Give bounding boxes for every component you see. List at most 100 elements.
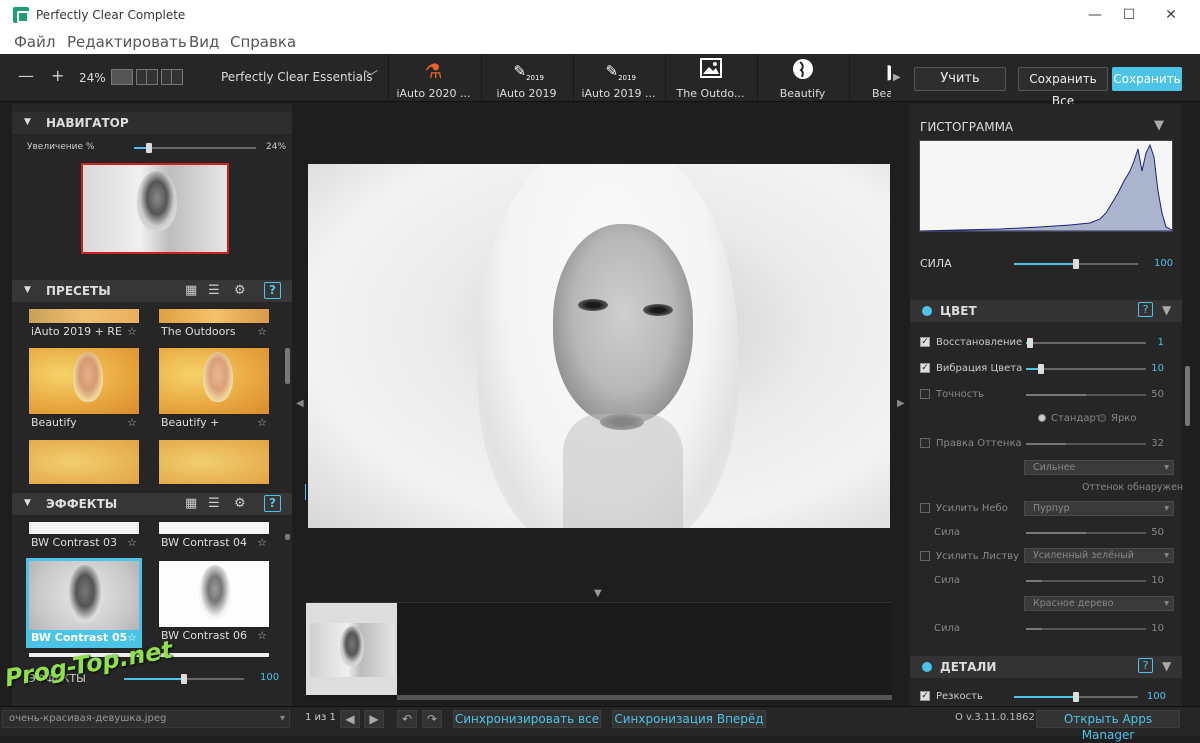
menu-help[interactable]: Справка	[230, 33, 296, 51]
restore-checkbox[interactable]: ✓	[920, 337, 930, 347]
preset-thumb[interactable]	[28, 439, 140, 485]
presets-scrollbar[interactable]	[285, 348, 290, 384]
chevron-right-icon[interactable]: ▶	[893, 72, 901, 83]
navigator-header[interactable]: ▼ НАВИГАТОР	[12, 112, 292, 134]
preset-tab-beautify-plus[interactable]: ◗ Beau	[849, 54, 891, 102]
sync-all-button[interactable]: Синхронизировать все	[453, 710, 601, 728]
effect-thumb-bw-contrast-05[interactable]: BW Contrast 05 ☆	[26, 558, 142, 648]
foliage-strength-slider[interactable]	[1026, 580, 1146, 582]
vibrance-slider[interactable]	[1026, 364, 1146, 374]
radio-standard[interactable]	[1038, 414, 1046, 422]
enabled-dot-icon[interactable]	[922, 306, 932, 316]
wood-strength-slider[interactable]	[1026, 628, 1146, 630]
histogram-strength-slider[interactable]	[1014, 259, 1138, 269]
save-all-button[interactable]: Сохранить Все	[1018, 67, 1108, 108]
effect-thumb[interactable]	[158, 652, 270, 658]
help-icon[interactable]: ?	[1138, 658, 1153, 673]
right-panel-scrollbar[interactable]	[1185, 366, 1190, 426]
undo-icon[interactable]: ↶	[397, 710, 417, 728]
collapse-left-icon[interactable]: ◀	[296, 398, 304, 409]
zoom-out-icon[interactable]: —	[18, 66, 34, 85]
sky-dropdown[interactable]: Пурпур	[1024, 501, 1174, 516]
navigator-preview[interactable]	[81, 163, 229, 254]
preset-tab-iauto-2020[interactable]: ⚗ iAuto 2020 ...	[388, 54, 478, 102]
gear-icon[interactable]: ⚙	[234, 496, 246, 511]
preset-thumb-beautify-plus[interactable]: Beautify + ☆	[158, 347, 270, 429]
filmstrip-scrollbar[interactable]	[397, 695, 892, 700]
presets-header[interactable]: ▼ ПРЕСЕТЫ ▦ ☰ ⚙ ?	[12, 280, 292, 302]
foliage-checkbox[interactable]	[920, 551, 930, 561]
details-header[interactable]: ДЕТАЛИ ? ▼	[910, 656, 1182, 678]
effects-strength-slider[interactable]	[124, 674, 244, 684]
navigator-zoom-slider[interactable]	[134, 143, 256, 153]
preset-thumb-the-outdoors[interactable]: The Outdoors ☆	[158, 308, 270, 338]
sync-forward-button[interactable]: Синхронизация Вперёд	[612, 710, 766, 728]
accuracy-slider[interactable]	[1026, 394, 1146, 396]
wood-dropdown[interactable]: Красное дерево	[1024, 596, 1174, 611]
list-view-icon[interactable]: ☰	[208, 283, 220, 298]
filmstrip-thumb[interactable]	[306, 603, 397, 695]
open-apps-manager-button[interactable]: Открыть Apps Manager	[1036, 710, 1180, 742]
side-by-side-view-icon[interactable]	[161, 69, 183, 85]
sky-strength-slider[interactable]	[1026, 532, 1146, 534]
file-selector[interactable]: очень-красивая-девушка.jpeg ▾	[2, 710, 290, 728]
tint-dropdown[interactable]: Сильнее	[1024, 460, 1174, 475]
effect-thumb-bw-contrast-04[interactable]: BW Contrast 04 ☆	[158, 521, 270, 549]
preset-thumb-beautify[interactable]: Beautify ☆	[28, 347, 140, 429]
minimize-button[interactable]: —	[1080, 5, 1110, 25]
help-icon[interactable]: ?	[264, 282, 281, 299]
save-button[interactable]: Сохранить	[1112, 67, 1182, 91]
preset-thumb-iauto-2019-re[interactable]: iAuto 2019 + RE ☆	[28, 308, 140, 338]
next-image-icon[interactable]: ▶	[364, 710, 384, 728]
color-header[interactable]: ЦВЕТ ? ▼	[910, 300, 1182, 322]
preset-tab-the-outdoors[interactable]: The Outdo...	[665, 54, 755, 102]
star-icon[interactable]: ☆	[257, 629, 267, 642]
sharpness-checkbox[interactable]: ✓	[920, 691, 930, 701]
effects-header[interactable]: ▼ ЭФФЕКТЫ ▦ ☰ ⚙ ?	[12, 493, 292, 515]
preset-tab-iauto-2019[interactable]: ✎2019 iAuto 2019	[481, 54, 571, 102]
help-icon[interactable]: ?	[1138, 302, 1153, 317]
star-icon[interactable]: ☆	[257, 536, 267, 549]
vibrance-checkbox[interactable]: ✓	[920, 363, 930, 373]
list-view-icon[interactable]: ☰	[208, 496, 220, 511]
menu-file[interactable]: Файл	[14, 33, 55, 51]
effects-scrollbar[interactable]	[285, 534, 290, 540]
menu-view[interactable]: Вид	[189, 33, 219, 51]
restore-slider[interactable]	[1026, 338, 1146, 348]
star-icon[interactable]: ☆	[257, 325, 267, 338]
preset-thumb[interactable]	[158, 439, 270, 485]
close-button[interactable]: ✕	[1156, 5, 1186, 25]
main-photo[interactable]	[308, 164, 890, 528]
collapse-icon[interactable]: ▼	[1162, 659, 1171, 673]
help-icon[interactable]: ?	[264, 495, 281, 512]
menu-edit[interactable]: Редактировать	[67, 33, 187, 51]
star-icon[interactable]: ☆	[127, 416, 137, 429]
collapse-icon[interactable]: ▼	[1154, 118, 1164, 133]
prev-image-icon[interactable]: ◀	[340, 710, 360, 728]
radio-bright[interactable]	[1098, 414, 1106, 422]
single-view-icon[interactable]	[111, 69, 133, 85]
zoom-in-icon[interactable]: +	[51, 66, 64, 85]
grid-view-icon[interactable]: ▦	[185, 496, 197, 511]
chevron-down-icon[interactable]: ﹀	[364, 67, 378, 87]
collapse-right-icon[interactable]: ▶	[897, 398, 905, 409]
learn-button[interactable]: Учить	[914, 67, 1006, 91]
sky-checkbox[interactable]	[920, 503, 930, 513]
preset-group-select[interactable]: Perfectly Clear Essentials	[221, 70, 373, 84]
maximize-button[interactable]: ☐	[1114, 5, 1144, 25]
preset-tab-beautify[interactable]: Beautify	[757, 54, 847, 102]
accuracy-checkbox[interactable]	[920, 389, 930, 399]
enabled-dot-icon[interactable]	[922, 662, 932, 672]
foliage-dropdown[interactable]: Усиленный зелёный	[1024, 548, 1174, 563]
star-icon[interactable]: ☆	[127, 325, 137, 338]
image-canvas[interactable]: ▼	[306, 104, 892, 599]
star-icon[interactable]: ☆	[127, 536, 137, 549]
tint-slider[interactable]	[1026, 443, 1146, 445]
gear-icon[interactable]: ⚙	[234, 283, 246, 298]
expand-filmstrip-icon[interactable]: ▼	[594, 588, 602, 599]
split-view-icon[interactable]	[136, 69, 158, 85]
star-icon[interactable]: ☆	[257, 416, 267, 429]
sharpness-slider[interactable]	[1014, 692, 1138, 702]
effect-thumb-bw-contrast-06[interactable]: BW Contrast 06 ☆	[158, 560, 270, 642]
preset-tab-iauto-2019-re[interactable]: ✎2019 iAuto 2019 ...	[573, 54, 663, 102]
